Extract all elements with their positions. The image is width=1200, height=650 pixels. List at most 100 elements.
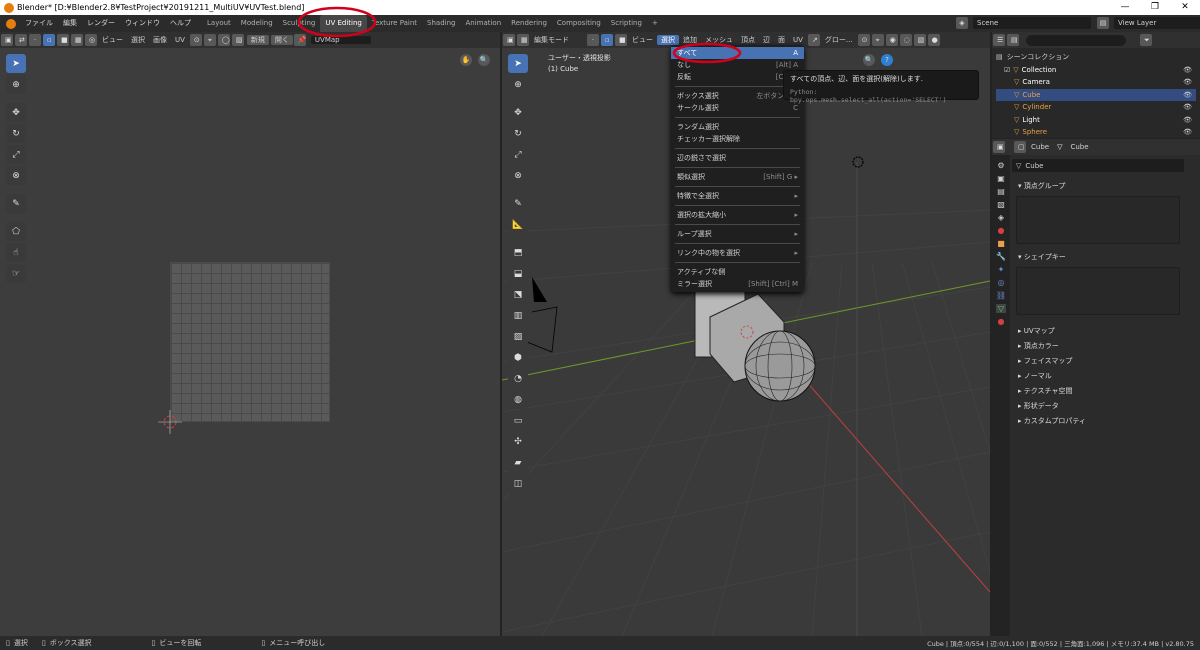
mode-selector[interactable]: 編集モード	[530, 35, 586, 45]
tool-tab-icon[interactable]: ⚙	[997, 161, 1004, 170]
visibility-eye-icon[interactable]: 👁	[1183, 116, 1192, 124]
menu-item-select-all[interactable]: すべて A	[671, 47, 804, 59]
menu-item-select-mirror[interactable]: ミラー選択 [Shift] [Ctrl] M	[671, 278, 804, 290]
tab-shading[interactable]: Shading	[422, 15, 460, 32]
vertex-groups-panel-header[interactable]: ▾ 頂点グループ	[1012, 179, 1198, 193]
vertex-groups-list[interactable]	[1016, 196, 1180, 244]
outliner-item-sphere[interactable]: ▽ Sphere 👁	[996, 126, 1196, 139]
rotate-tool-icon[interactable]: ↻	[6, 124, 26, 143]
viewport-editor-type-icon[interactable]: ▣	[503, 34, 515, 46]
menu-window[interactable]: ウィンドウ	[120, 15, 165, 32]
pan-view-icon[interactable]: ✋	[460, 54, 472, 66]
tab-modeling[interactable]: Modeling	[236, 15, 278, 32]
tab-scripting[interactable]: Scripting	[606, 15, 647, 32]
menu-item-loop-select[interactable]: ループ選択 ▸	[671, 228, 804, 240]
physics-tab-icon[interactable]: ◎	[998, 278, 1005, 287]
edge-slide-tool-icon[interactable]: ▭	[508, 411, 528, 430]
face-mode-icon[interactable]: ■	[615, 34, 627, 46]
pin-icon[interactable]: 📌	[293, 34, 307, 46]
vp-cursor-tool-icon[interactable]: ⊕	[508, 75, 528, 94]
collapsed-panel-header[interactable]: ▸ カスタムプロパティ	[1012, 413, 1198, 428]
vertex-select-icon[interactable]: ·	[29, 34, 41, 46]
menu-edit[interactable]: 編集	[58, 15, 82, 32]
relax-tool-icon[interactable]: ☝	[6, 243, 26, 262]
viewport-pivot-icon[interactable]: ⊙	[857, 34, 870, 46]
filter-icon[interactable]: ⏷	[1140, 34, 1152, 46]
menu-item-select-all-by-trait[interactable]: 特徴で全選択 ▸	[671, 190, 804, 202]
outliner-search-input[interactable]	[1026, 34, 1126, 46]
sync-selection-icon[interactable]: ⇄	[15, 34, 27, 46]
constraints-tab-icon[interactable]: ⛓	[996, 291, 1006, 300]
tab-rendering[interactable]: Rendering	[506, 15, 552, 32]
sticky-mode-icon[interactable]: ◎	[85, 34, 97, 46]
pinch-tool-icon[interactable]: ☞	[6, 264, 26, 283]
viewport-snap-icon[interactable]: ⌖	[871, 34, 884, 46]
polybuild-tool-icon[interactable]: ⬢	[508, 348, 528, 367]
scale-tool-icon[interactable]: ⤢	[6, 145, 26, 164]
inset-tool-icon[interactable]: ⬓	[508, 264, 528, 283]
annotate-tool-icon[interactable]: ✎	[6, 194, 26, 213]
object-tab-icon[interactable]: ■	[997, 239, 1005, 248]
vp-measure-tool-icon[interactable]: 📐	[508, 215, 528, 234]
uv-menu-select[interactable]: 選択	[127, 35, 149, 45]
move-tool-icon[interactable]: ✥	[6, 103, 26, 122]
add-workspace-button[interactable]: +	[647, 15, 663, 32]
menu-help[interactable]: ヘルプ	[165, 15, 196, 32]
mesh-data-tab-icon[interactable]: ▽	[995, 304, 1007, 313]
vp-menu-select[interactable]: 選択	[657, 35, 679, 45]
menu-item-more-less[interactable]: 選択の拡大縮小 ▸	[671, 209, 804, 221]
vp-transform-tool-icon[interactable]: ⊗	[508, 166, 528, 185]
visibility-eye-icon[interactable]: 👁	[1183, 78, 1192, 86]
zoom-view-icon[interactable]: 🔍	[478, 54, 490, 66]
maximize-button[interactable]: ❐	[1140, 0, 1170, 15]
shrink-tool-icon[interactable]: ✣	[508, 432, 528, 451]
menu-item-circle-select[interactable]: サークル選択 C	[671, 102, 804, 114]
scene-icon[interactable]: ◈	[956, 17, 968, 29]
spin-tool-icon[interactable]: ◔	[508, 369, 528, 388]
uvmap-selector[interactable]: UVMap	[310, 36, 371, 44]
outliner-item-camera[interactable]: ▽ Camera 👁	[996, 76, 1196, 89]
collapsed-panel-header[interactable]: ▸ UVマップ	[1012, 323, 1198, 338]
outliner-item-light[interactable]: ▽ Light 👁	[996, 114, 1196, 127]
shape-keys-panel-header[interactable]: ▾ シェイプキー	[1012, 250, 1198, 264]
collapsed-panel-header[interactable]: ▸ フェイスマップ	[1012, 353, 1198, 368]
outliner-type-icon[interactable]: ☰	[993, 34, 1005, 46]
vp-scale-tool-icon[interactable]: ⤢	[508, 145, 528, 164]
orientation-icon[interactable]: ↗	[807, 34, 820, 46]
edge-mode-icon[interactable]: ▫	[601, 34, 613, 46]
tab-uv-editing[interactable]: UV Editing	[320, 15, 367, 32]
shear-tool-icon[interactable]: ▰	[508, 453, 528, 472]
menu-item-checker-deselect[interactable]: チェッカー選択解除	[671, 133, 804, 145]
transform-tool-icon[interactable]: ⊗	[6, 166, 26, 185]
grab-tool-icon[interactable]: ⬠	[6, 222, 26, 241]
vp-menu-uv[interactable]: UV	[789, 36, 807, 44]
uv-menu-uv[interactable]: UV	[171, 36, 189, 44]
collapsed-panel-header[interactable]: ▸ ノーマル	[1012, 368, 1198, 383]
visibility-icon[interactable]: ◉	[885, 34, 898, 46]
island-select-icon[interactable]: ▦	[71, 34, 83, 46]
uv-menu-image[interactable]: 画像	[149, 35, 171, 45]
proportional-icon[interactable]: ◯	[217, 34, 230, 46]
image-browse-icon[interactable]: ▨	[231, 34, 244, 46]
shape-keys-list[interactable]	[1016, 267, 1180, 315]
view-layer-selector[interactable]: View Layer	[1114, 17, 1200, 29]
minimize-button[interactable]: —	[1110, 0, 1140, 15]
material-tab-icon[interactable]: ●	[998, 317, 1005, 326]
cursor-tool-icon[interactable]: ⊕	[6, 75, 26, 94]
particles-tab-icon[interactable]: ✦	[998, 265, 1005, 274]
outliner-item-collection[interactable]: ☑ ▽ Collection 👁	[996, 64, 1196, 77]
loopcut-tool-icon[interactable]: ▥	[508, 306, 528, 325]
smooth-tool-icon[interactable]: ◍	[508, 390, 528, 409]
blender-menu-icon[interactable]	[6, 18, 16, 29]
vp-menu-face[interactable]: 面	[774, 35, 789, 45]
outliner-item-cylinder[interactable]: ▽ Cylinder 👁	[996, 101, 1196, 114]
world-tab-icon[interactable]: ●	[998, 226, 1005, 235]
vp-annotate-tool-icon[interactable]: ✎	[508, 194, 528, 213]
snap-icon[interactable]: ⌖	[203, 34, 216, 46]
orientation-selector[interactable]: グロー...	[821, 35, 857, 45]
knife-tool-icon[interactable]: ▨	[508, 327, 528, 346]
edge-select-icon[interactable]: ▫	[43, 34, 55, 46]
tab-animation[interactable]: Animation	[460, 15, 506, 32]
menu-file[interactable]: ファイル	[20, 15, 58, 32]
tab-compositing[interactable]: Compositing	[552, 15, 606, 32]
